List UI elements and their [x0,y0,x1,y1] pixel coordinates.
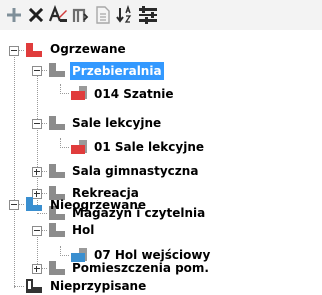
document-icon [94,6,112,24]
plus-icon [5,6,23,24]
tree-node-nieprzypisane[interactable]: Nieprzypisane [48,277,148,295]
expand-toggle-pomieszczenia-pom[interactable] [32,264,42,274]
document-button[interactable] [93,5,113,25]
tree-node-sala-gimnastyczna[interactable]: Sala gimnastyczna [70,162,200,180]
tree-node-01-sale-lekcyjne[interactable]: 01 Sale lekcyjne [92,138,206,156]
filter-button[interactable] [138,5,158,25]
group-unheated-icon [48,260,68,276]
rename-icon [48,5,68,25]
tree-node-hol[interactable]: Hol [70,221,96,239]
tree-node-pomieszczenia-pom[interactable]: Pomieszczenia pom. [70,259,211,277]
tree-node-ogrzewane[interactable]: Ogrzewane [48,40,128,58]
move-up-button[interactable] [70,5,90,25]
zone-heated-icon [25,42,45,58]
group-heated-icon [48,115,68,131]
collapse-toggle-ogrzewane[interactable] [9,46,19,56]
expand-toggle-sala-gimnastyczna[interactable] [32,167,42,177]
sort-button[interactable] [115,5,135,25]
cross-icon [27,6,45,24]
room-heated-icon [70,85,90,101]
filter-icon [137,5,159,25]
tree-node-przebieralnia[interactable]: Przebieralnia [70,62,164,80]
toolbar [0,0,322,30]
room-heated-icon [70,139,90,155]
tree-node-sale-lekcyjne[interactable]: Sale lekcyjne [70,114,163,132]
group-unheated-icon [48,222,68,238]
move-up-icon [70,5,90,25]
group-heated-icon [48,62,68,78]
add-button[interactable] [4,5,24,25]
collapse-toggle-nieogrzewane[interactable] [9,200,19,210]
tree-node-nieogrzewane[interactable]: Nieogrzewane [48,196,148,214]
zone-unheated-icon [25,196,45,212]
delete-button[interactable] [26,5,46,25]
collapse-toggle-przebieralnia[interactable] [32,66,42,76]
sort-icon [115,5,135,25]
zone-tree: Ogrzewane Przebieralnia 014 Szatnie Sale… [0,30,322,294]
zone-unassigned-icon [25,278,45,294]
collapse-toggle-hol[interactable] [32,226,42,236]
rename-button[interactable] [48,5,68,25]
collapse-toggle-sale-lekcyjne[interactable] [32,119,42,129]
group-heated-icon [48,163,68,179]
tree-node-014-szatnie[interactable]: 014 Szatnie [92,85,175,103]
